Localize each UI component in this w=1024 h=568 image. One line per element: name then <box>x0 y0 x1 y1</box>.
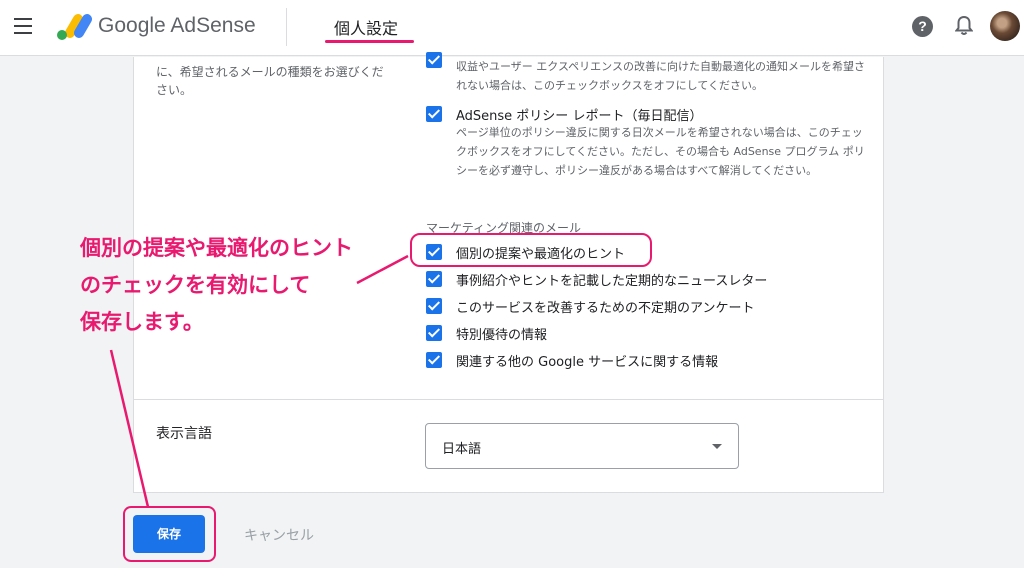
checkbox-surveys[interactable] <box>426 298 442 314</box>
annotation-text: 個別の提案や最適化のヒント のチェックを有効にして 保存します。 <box>80 230 410 341</box>
bell-icon[interactable] <box>955 16 973 36</box>
checkbox-policy-report[interactable] <box>426 106 442 122</box>
highlight-frame-tips <box>410 233 652 267</box>
checkbox-newsletter[interactable] <box>426 271 442 287</box>
checkbox-row-google-services: 関連する他の Google サービスに関する情報 <box>426 351 826 371</box>
language-label: 表示言語 <box>156 426 212 442</box>
checkbox-description: ページ単位のポリシー違反に関する日次メールを希望されない場合は、このチェックボッ… <box>456 126 865 177</box>
checkbox-row-auto-optimization: 収益やユーザー エクスペリエンスの改善に向けた自動最適化の通知メールを希望されな… <box>426 51 876 97</box>
help-icon[interactable]: ? <box>912 16 933 37</box>
checkbox-row-special-offers: 特別優待の情報 <box>426 324 826 344</box>
checkbox-label: 関連する他の Google サービスに関する情報 <box>456 355 719 370</box>
avatar[interactable] <box>990 11 1020 41</box>
checkbox-description: 収益やユーザー エクスペリエンスの改善に向けた自動最適化の通知メールを希望されな… <box>456 60 865 92</box>
email-section-description: に、希望されるメールの種類をお選びください。 <box>156 65 384 97</box>
active-tab-indicator <box>325 40 414 43</box>
checkbox-row-newsletter: 事例紹介やヒントを記載した定期的なニュースレター <box>426 270 826 290</box>
checkbox-label: 事例紹介やヒントを記載した定期的なニュースレター <box>456 274 768 289</box>
checkbox-row-policy-report: AdSense ポリシー レポート（毎日配信） ページ単位のポリシー違反に関する… <box>426 105 876 205</box>
hamburger-menu-icon[interactable] <box>14 18 34 34</box>
highlight-frame-save <box>123 506 216 562</box>
header-divider <box>286 8 287 46</box>
checkbox-google-services[interactable] <box>426 352 442 368</box>
page-title[interactable]: 個人設定 <box>334 15 398 39</box>
annotation-line: のチェックを有効にして <box>80 273 311 297</box>
language-select[interactable]: 日本語 <box>425 423 739 469</box>
checkbox-special-offers[interactable] <box>426 325 442 341</box>
language-select-value: 日本語 <box>442 442 482 457</box>
checkbox-auto-optimization[interactable] <box>426 52 442 68</box>
checkbox-label: このサービスを改善するための不定期のアンケート <box>456 301 755 316</box>
dropdown-arrow-icon <box>712 444 722 449</box>
section-divider <box>134 399 883 400</box>
top-app-bar: Google AdSense 個人設定 ? <box>0 0 1024 56</box>
adsense-logo-icon[interactable] <box>56 12 92 42</box>
annotation-line: 個別の提案や最適化のヒント <box>80 236 353 260</box>
cancel-button[interactable]: キャンセル <box>244 525 314 545</box>
checkbox-row-surveys: このサービスを改善するための不定期のアンケート <box>426 297 826 317</box>
checkbox-label: AdSense ポリシー レポート（毎日配信） <box>456 109 703 124</box>
brand-name: Google AdSense <box>98 14 256 37</box>
annotation-line: 保存します。 <box>80 310 204 334</box>
checkbox-label: 特別優待の情報 <box>456 328 548 343</box>
